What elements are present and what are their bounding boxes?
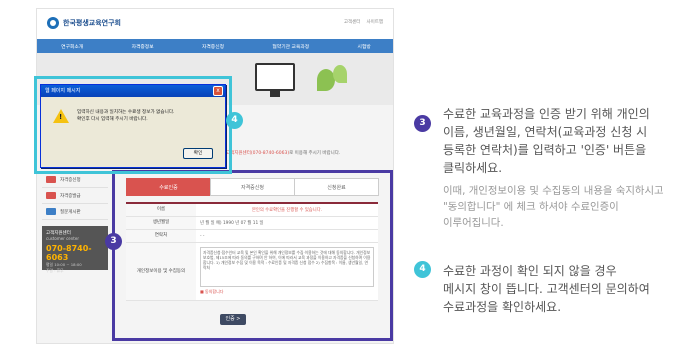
quick-menu-cert-issue[interactable]: 자격증발급 xyxy=(42,188,108,204)
dialog-message-line2: 확인후 다시 입력해 주시기 바랍니다. xyxy=(77,117,148,122)
center-closed: 주말 : 휴무 xyxy=(46,268,64,273)
site-logo[interactable]: 한국평생교육연구회 xyxy=(47,17,121,29)
nav-item-cert-apply[interactable]: 자격증신청 xyxy=(202,43,224,50)
nav-item-cert-info[interactable]: 자격증정보 xyxy=(132,43,154,50)
instruction-4-line1: 수료한 과정이 확인 되지 않을 경우 xyxy=(443,264,617,278)
support-notice: 고객지원센터(070-8740-6063)로 이용해 주시기 바랍니다. xyxy=(226,150,340,156)
nav-item-exam[interactable]: 시험방 xyxy=(358,43,371,50)
instruction-3: 수료한 교육과정을 인증 받기 위해 개인의 이름, 생년월일, 연락처(교육과… xyxy=(443,105,688,231)
highlight-frame-form xyxy=(112,170,393,341)
instruction-badge-3: 3 xyxy=(414,115,431,132)
global-nav: 연구회소개 자격증정보 자격증신청 협약기관 교육과정 시험방 xyxy=(37,39,393,53)
instruction-3-note3: 이루어집니다. xyxy=(443,217,504,229)
utility-links: 고객센터 사이트맵 xyxy=(344,19,383,25)
instruction-3-line1: 수료한 교육과정을 인증 받기 위해 개인의 xyxy=(443,107,650,121)
instruction-3-line4: 클릭하세요. xyxy=(443,161,503,175)
dialog-titlebar: 웹 페이지 메시지 x xyxy=(41,85,225,97)
card-icon xyxy=(46,192,56,199)
instruction-3-line2: 이름, 생년월일, 연락처(교육과정 신청 시 xyxy=(443,125,648,139)
dialog-message: 입력하신 내용과 일치하는 수료생 정보가 없습니다. 확인후 다시 입력해 주… xyxy=(77,109,175,123)
web-page-message-dialog: 웹 페이지 메시지 x ! 입력하신 내용과 일치하는 수료생 정보가 없습니다… xyxy=(40,84,226,168)
logo-text: 한국평생교육연구회 xyxy=(63,19,121,27)
close-icon[interactable]: x xyxy=(213,86,223,96)
instruction-badge-4: 4 xyxy=(414,261,431,278)
instruction-4: 수료한 과정이 확인 되지 않을 경우 메시지 창이 뜹니다. 고객센터의 문의… xyxy=(443,262,688,316)
monitor-illustration xyxy=(255,63,295,97)
logo-icon xyxy=(47,17,59,29)
warning-exclamation: ! xyxy=(59,113,63,121)
support-notice-suffix: 로 이용해 주시기 바랍니다. xyxy=(289,151,341,156)
tutorial-figure: 한국평생교육연구회 고객센터 사이트맵 연구회소개 자격증정보 자격증신청 협약… xyxy=(0,0,690,349)
instruction-4-line3: 수료과정을 확인하세요. xyxy=(443,300,562,314)
step-badge-4: 4 xyxy=(226,112,243,129)
util-link-customer[interactable]: 고객센터 xyxy=(344,19,361,25)
quick-menu-qna[interactable]: 질문게시판 xyxy=(42,204,108,220)
quick-menu-cert-apply[interactable]: 자격증신청 xyxy=(42,172,108,188)
support-phone-text: 고객지원센터(070-8740-6063) xyxy=(226,151,290,156)
nav-item-about[interactable]: 연구회소개 xyxy=(61,43,83,50)
instruction-3-note1: 이때, 개인정보이용 및 수집동의 내용을 숙지하시고 xyxy=(443,185,664,197)
instruction-3-line3: 등록한 연락처)를 입력하고 '인증' 버튼을 xyxy=(443,143,647,157)
monitor-icon xyxy=(46,208,56,215)
site-header: 한국평생교육연구회 고객센터 사이트맵 xyxy=(37,9,393,39)
dialog-message-line1: 입력하신 내용과 일치하는 수료생 정보가 없습니다. xyxy=(77,110,175,115)
pencil-icon xyxy=(46,176,56,183)
step-badge-3: 3 xyxy=(105,233,122,250)
util-link-sitemap[interactable]: 사이트맵 xyxy=(366,19,383,25)
instruction-3-note2: "동의합니다" 에 체크 하셔야 수료인증이 xyxy=(443,201,619,213)
center-subtitle: customer center xyxy=(46,236,79,241)
instruction-4-line2: 메시지 창이 뜹니다. 고객센터의 문의하여 xyxy=(443,282,650,296)
sidebar-quick-menu: 자격증신청 자격증발급 질문게시판 xyxy=(42,172,108,220)
leaf-illustration xyxy=(333,65,347,83)
customer-center-box: 고객지원센터 customer center 070-8740-6063 평일 … xyxy=(42,226,108,273)
dialog-title: 웹 페이지 메시지 xyxy=(45,88,81,94)
center-phone: 070-8740-6063 xyxy=(46,244,92,262)
dialog-ok-button[interactable]: 확인 xyxy=(183,148,213,159)
nav-item-partner-courses[interactable]: 협약기관 교육과정 xyxy=(272,43,309,50)
